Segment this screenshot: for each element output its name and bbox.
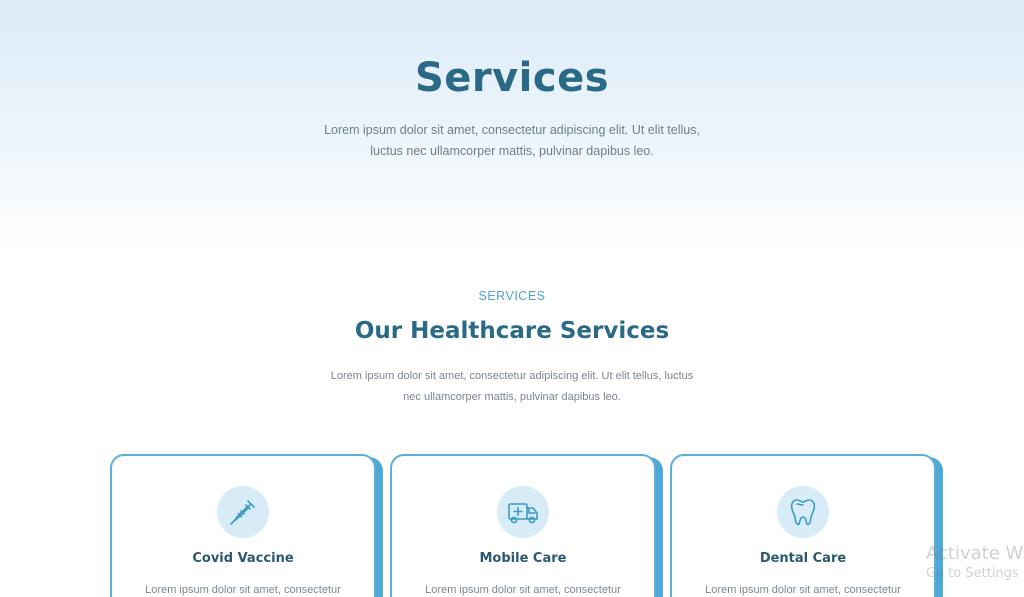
service-card-mobile-care[interactable]: Mobile Care Lorem ipsum dolor sit amet, … (390, 454, 656, 597)
service-card-covid-vaccine[interactable]: Covid Vaccine Lorem ipsum dolor sit amet… (110, 454, 376, 597)
service-card-text: Lorem ipsum dolor sit amet, consectetur (145, 584, 341, 596)
service-card-dental-care[interactable]: Dental Care Lorem ipsum dolor sit amet, … (670, 454, 936, 597)
page-title: Services (414, 55, 610, 101)
hero-banner: Services Lorem ipsum dolor sit amet, con… (0, 0, 1024, 250)
service-card-text: Lorem ipsum dolor sit amet, consectetur (705, 584, 901, 596)
section-description: Lorem ipsum dolor sit amet, consectetur … (322, 366, 702, 408)
service-card-title: Mobile Care (479, 551, 567, 566)
service-card-title: Dental Care (759, 551, 847, 566)
service-card-text: Lorem ipsum dolor sit amet, consectetur (425, 584, 621, 596)
section-eyebrow: SERVICES (478, 289, 546, 303)
activation-watermark: Activate Wi Go to Settings (926, 543, 1024, 581)
ambulance-icon (497, 486, 549, 538)
watermark-line-2: Go to Settings (926, 566, 1019, 581)
section-description-line-2: nec ullamcorper mattis, pulvinar dapibus… (403, 391, 621, 403)
service-card-title: Covid Vaccine (192, 551, 294, 566)
hero-description: Lorem ipsum dolor sit amet, consectetur … (312, 120, 712, 162)
section-title: Our Healthcare Services (354, 318, 670, 344)
tooth-icon (777, 486, 829, 538)
watermark-line-1: Activate Wi (926, 543, 1024, 564)
services-cards: Covid Vaccine Lorem ipsum dolor sit amet… (110, 454, 940, 597)
hero-description-line-2: luctus nec ullamcorper mattis, pulvinar … (370, 144, 654, 158)
syringe-icon (217, 486, 269, 538)
section-description-line-1: Lorem ipsum dolor sit amet, consectetur … (330, 370, 694, 382)
hero-description-line-1: Lorem ipsum dolor sit amet, consectetur … (324, 123, 700, 137)
